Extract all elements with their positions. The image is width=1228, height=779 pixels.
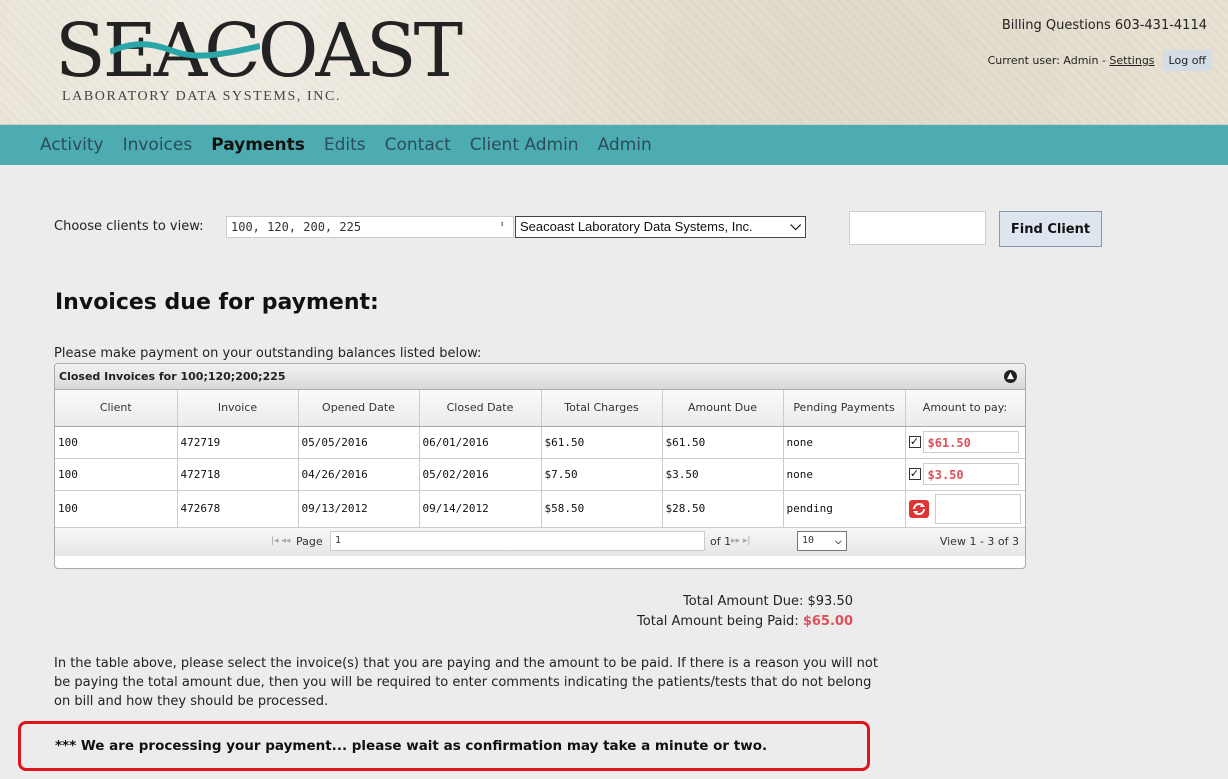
cell-pay: ✓ $61.50: [905, 426, 1025, 459]
cell-total: $58.50: [541, 490, 663, 528]
next-last-page-icon[interactable]: ▸▸ ▸|: [731, 536, 750, 546]
pay-amount-input[interactable]: $61.50: [922, 431, 1019, 453]
col-pending-payments[interactable]: Pending Payments: [783, 390, 906, 427]
nav-payments[interactable]: Payments: [211, 135, 305, 155]
page-label: Page: [296, 534, 323, 548]
view-range-label: View 1 - 3 of 3: [939, 534, 1019, 548]
site-header: SEACOAST LABORATORY DATA SYSTEMS, INC. B…: [0, 0, 1228, 125]
refresh-icon[interactable]: [908, 499, 929, 518]
client-select[interactable]: Seacoast Laboratory Data Systems, Inc. ⌵: [515, 216, 806, 238]
cell-opened: 04/26/2016: [298, 458, 420, 491]
logo-subtitle: LABORATORY DATA SYSTEMS, INC.: [62, 89, 342, 104]
chevron-down-icon: ⌵: [834, 532, 842, 547]
pay-checkbox[interactable]: ✓: [908, 468, 921, 480]
total-amount-paid: Total Amount being Paid: $65.00: [637, 614, 853, 629]
col-closed-date[interactable]: Closed Date: [419, 390, 542, 427]
cell-opened: 09/13/2012: [298, 490, 420, 528]
cell-invoice: 472718: [177, 458, 299, 491]
chooser-label: Choose clients to view:: [54, 219, 204, 234]
logoff-button[interactable]: Log off: [1162, 50, 1212, 71]
main-nav: Activity Invoices Payments Edits Contact…: [0, 125, 1228, 165]
cell-total: $7.50: [541, 458, 663, 491]
current-user: Current user: Admin - Settings: [987, 54, 1155, 67]
cell-due: $28.50: [662, 490, 784, 528]
total-amount-due: Total Amount Due: $93.50: [683, 594, 853, 609]
find-client-button[interactable]: Find Client: [999, 211, 1102, 247]
totals: Total Amount Due: $93.50 Total Amount be…: [600, 592, 853, 632]
nav-activity[interactable]: Activity: [40, 135, 104, 155]
find-client-input[interactable]: [849, 211, 986, 245]
table-row[interactable]: 100 472719 05/05/2016 06/01/2016 $61.50 …: [55, 426, 1025, 459]
table-row[interactable]: 100 472678 09/13/2012 09/14/2012 $58.50 …: [55, 490, 1025, 528]
cell-closed: 05/02/2016: [419, 458, 542, 491]
clients-multiselect[interactable]: 100, 120, 200, 225 ⬍: [226, 216, 514, 238]
cell-total: $61.50: [541, 426, 663, 459]
rows-per-page-select[interactable]: 10 ⌵: [797, 530, 847, 551]
col-amount-to-pay[interactable]: Amount to pay:: [905, 390, 1025, 427]
cell-opened: 05/05/2016: [298, 426, 420, 459]
processing-message: *** We are processing your payment... pl…: [18, 721, 870, 771]
grid-pager: |◂ ◂◂ Page 1 of 1 ▸▸ ▸| 10 ⌵ View 1 - 3 o…: [55, 527, 1025, 556]
first-prev-page-icon[interactable]: |◂ ◂◂: [271, 536, 290, 546]
total-paid-value: $65.00: [802, 614, 853, 629]
page-input[interactable]: 1: [330, 530, 705, 551]
invoices-table: Client Invoice Opened Date Closed Date T…: [55, 390, 1025, 528]
settings-link[interactable]: Settings: [1109, 54, 1154, 67]
spinner-icon: ⬍: [499, 220, 505, 230]
chevron-down-icon: ⌵: [790, 217, 801, 233]
instruction-text: Please make payment on your outstanding …: [54, 346, 482, 361]
payment-notes: In the table above, please select the in…: [54, 656, 878, 709]
col-opened-date[interactable]: Opened Date: [298, 390, 420, 427]
cell-client: 100: [55, 490, 178, 528]
nav-edits[interactable]: Edits: [324, 135, 366, 155]
invoices-grid: Closed Invoices for 100;120;200;225 ▲ Cl…: [54, 363, 1026, 569]
nav-invoices[interactable]: Invoices: [123, 135, 193, 155]
col-client[interactable]: Client: [55, 390, 178, 427]
cell-pay: [905, 490, 1025, 528]
page-title: Invoices due for payment:: [55, 290, 379, 315]
table-row[interactable]: 100 472718 04/26/2016 05/02/2016 $7.50 $…: [55, 458, 1025, 491]
cell-pending: none: [783, 426, 906, 459]
col-invoice[interactable]: Invoice: [177, 390, 299, 427]
cell-pending: pending: [783, 490, 906, 528]
cell-pay: ✓ $3.50: [905, 458, 1025, 491]
cell-pending: none: [783, 458, 906, 491]
cell-closed: 09/14/2012: [419, 490, 542, 528]
user-bar: Current user: Admin - Settings Log off: [988, 50, 1212, 71]
pay-amount-input[interactable]: $3.50: [922, 463, 1019, 485]
cell-client: 100: [55, 426, 178, 459]
nav-admin[interactable]: Admin: [598, 135, 652, 155]
collapse-icon[interactable]: ▲: [1004, 370, 1017, 383]
pay-amount-input[interactable]: [934, 493, 1021, 524]
cell-invoice: 472678: [177, 490, 299, 528]
pay-checkbox[interactable]: ✓: [908, 436, 921, 448]
col-amount-due[interactable]: Amount Due: [662, 390, 784, 427]
grid-caption: Closed Invoices for 100;120;200;225 ▲: [55, 364, 1025, 390]
billing-questions: Billing Questions 603-431-4114: [1001, 18, 1207, 33]
cell-due: $3.50: [662, 458, 784, 491]
nav-client-admin[interactable]: Client Admin: [470, 135, 579, 155]
cell-client: 100: [55, 458, 178, 491]
logo-wave-icon: [110, 41, 260, 59]
client-chooser: Choose clients to view: 100, 120, 200, 2…: [54, 211, 1114, 251]
cell-due: $61.50: [662, 426, 784, 459]
col-total-charges[interactable]: Total Charges: [541, 390, 663, 427]
page-of-label: of 1: [710, 534, 732, 548]
cell-invoice: 472719: [177, 426, 299, 459]
cell-closed: 06/01/2016: [419, 426, 542, 459]
nav-contact[interactable]: Contact: [385, 135, 451, 155]
